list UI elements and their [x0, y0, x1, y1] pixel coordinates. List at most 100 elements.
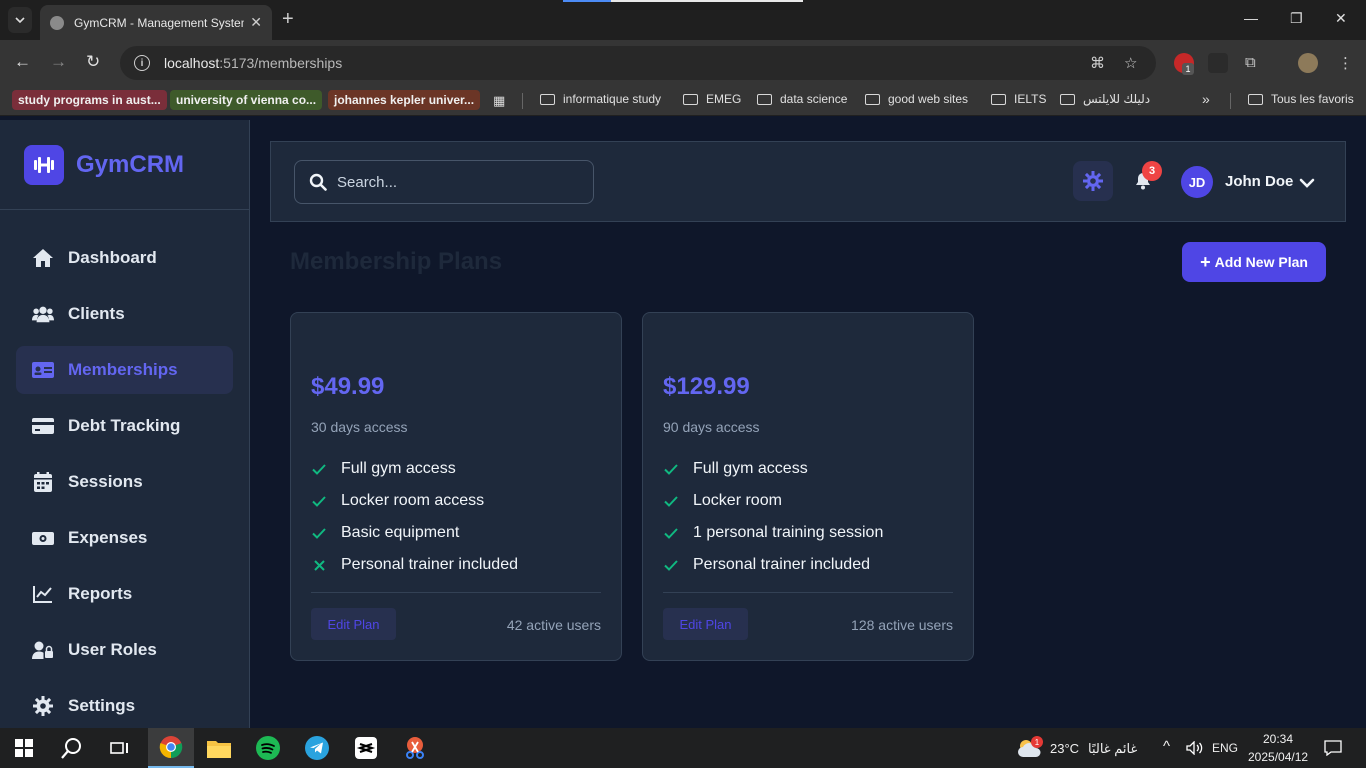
sidebar-item-user-roles[interactable]: User Roles — [16, 626, 233, 674]
browser-tabstrip: GymCRM - Management System ✕ + — ❐ ✕ — [0, 0, 1366, 40]
chart-line-icon — [32, 583, 54, 605]
apps-grid-icon[interactable]: ▦ — [493, 93, 505, 109]
address-bar[interactable]: i localhost:5173/memberships — [120, 46, 1156, 80]
bookmark-2[interactable]: johannes kepler univer... — [328, 90, 481, 110]
temperature[interactable]: 23°C — [1050, 741, 1079, 756]
add-new-plan-button[interactable]: + Add New Plan — [1182, 242, 1326, 282]
notification-center-icon[interactable] — [1318, 728, 1348, 768]
tab-title: GymCRM - Management System — [74, 15, 245, 30]
feature-text: Locker room — [693, 492, 782, 509]
new-tab-button[interactable]: + — [282, 8, 294, 31]
sidebar-item-label: Dashboard — [68, 248, 157, 267]
edit-plan-button[interactable]: Edit Plan — [663, 608, 748, 640]
folder-data-science[interactable]: data science — [757, 92, 847, 106]
bookmark-separator — [1230, 93, 1231, 109]
feature-text: Basic equipment — [341, 524, 460, 541]
gear-icon — [32, 695, 54, 717]
chrome-taskbar-icon[interactable] — [148, 728, 194, 768]
task-view-icon[interactable] — [96, 728, 144, 768]
check-icon — [311, 461, 327, 477]
speaker-icon[interactable] — [1185, 728, 1205, 768]
more-menu-icon[interactable]: ⋮ — [1338, 54, 1353, 72]
plan-price: $49.99 — [311, 373, 385, 400]
snipping-tool-icon[interactable] — [392, 728, 438, 768]
page-load-indicator — [563, 0, 803, 2]
chevron-double-right-icon[interactable]: » — [1202, 91, 1210, 107]
extension-icon-2[interactable] — [1208, 53, 1228, 73]
spotify-icon[interactable] — [245, 728, 291, 768]
reload-icon[interactable]: ↻ — [86, 52, 100, 72]
sidebar-item-settings[interactable]: Settings — [16, 682, 233, 730]
search-icon — [309, 173, 327, 191]
taskbar-search-icon[interactable] — [48, 728, 96, 768]
home-icon — [32, 247, 54, 269]
file-explorer-icon[interactable] — [196, 728, 242, 768]
edit-plan-button[interactable]: Edit Plan — [311, 608, 396, 640]
windows-start-icon[interactable] — [0, 728, 48, 768]
back-arrow-icon[interactable]: ← — [14, 52, 31, 72]
avatar[interactable]: JD — [1181, 166, 1213, 198]
plan-features: Full gym access Locker room 1 personal t… — [663, 453, 883, 581]
sidebar-item-reports[interactable]: Reports — [16, 570, 233, 618]
sidebar-item-label: Settings — [68, 696, 136, 715]
feature-item: Locker room — [663, 485, 883, 517]
check-icon — [663, 557, 679, 573]
folder-ielts-guide[interactable]: دليلك للايلتس — [1060, 92, 1150, 106]
folder-informatique[interactable]: informatique study — [540, 92, 661, 106]
weather-cloud-icon[interactable] — [1015, 728, 1045, 768]
sidebar-item-memberships[interactable]: Memberships — [16, 346, 233, 394]
feature-text: Full gym access — [341, 460, 456, 477]
restore-icon[interactable]: ❐ — [1290, 10, 1303, 27]
folder-good-web-sites[interactable]: good web sites — [865, 92, 968, 106]
folder-emeg[interactable]: EMEG — [683, 92, 741, 106]
sidebar-item-expenses[interactable]: Expenses — [16, 514, 233, 562]
bookmark-0[interactable]: study programs in aust... — [12, 90, 167, 110]
forward-arrow-icon[interactable]: → — [50, 52, 67, 72]
sidebar-item-sessions[interactable]: Sessions — [16, 458, 233, 506]
check-icon — [663, 461, 679, 477]
sidebar-item-label: Debt Tracking — [68, 416, 181, 435]
search-box[interactable] — [294, 160, 594, 204]
tab-search-button[interactable] — [8, 7, 32, 33]
sidebar-item-clients[interactable]: Clients — [16, 290, 233, 338]
language-indicator[interactable]: ENG — [1212, 741, 1238, 755]
active-users-count: 42 active users — [506, 617, 601, 633]
chevron-down-icon[interactable] — [1299, 175, 1315, 193]
profile-avatar[interactable] — [1298, 53, 1318, 73]
close-window-icon[interactable]: ✕ — [1335, 10, 1347, 27]
site-info-icon[interactable]: i — [134, 55, 150, 71]
chevron-up-icon[interactable]: ^ — [1163, 738, 1170, 755]
sidebar-item-dashboard[interactable]: Dashboard — [16, 234, 233, 282]
card-divider — [311, 592, 601, 593]
weather-text[interactable]: غائم غالبًا — [1088, 741, 1137, 757]
user-name[interactable]: John Doe — [1225, 173, 1293, 190]
clock-time[interactable]: 20:34 — [1263, 732, 1293, 746]
close-tab-icon[interactable]: ✕ — [250, 14, 262, 31]
notification-badge: 3 — [1142, 161, 1162, 181]
browser-tab[interactable]: GymCRM - Management System ✕ — [40, 5, 272, 40]
feature-item: Locker room access — [311, 485, 518, 517]
telegram-icon[interactable] — [294, 728, 340, 768]
capcut-icon[interactable] — [343, 728, 389, 768]
minimize-icon[interactable]: — — [1244, 10, 1258, 26]
weather-badge: 1 — [1031, 736, 1043, 748]
brand[interactable]: GymCRM — [24, 145, 184, 185]
dumbbell-icon — [24, 145, 64, 185]
sidebar-item-debt-tracking[interactable]: Debt Tracking — [16, 402, 233, 450]
star-icon[interactable]: ☆ — [1124, 54, 1137, 72]
feature-item: Full gym access — [311, 453, 518, 485]
clock-date[interactable]: 2025/04/12 — [1248, 750, 1308, 764]
puzzle-icon[interactable]: ⧉ — [1245, 54, 1256, 71]
folder-ielts[interactable]: IELTS — [991, 92, 1046, 106]
x-icon — [311, 557, 327, 573]
feature-item: 1 personal training session — [663, 517, 883, 549]
all-bookmarks[interactable]: Tous les favoris — [1248, 92, 1354, 106]
bookmark-1[interactable]: university of vienna co... — [170, 90, 323, 110]
plan-duration: 30 days access — [311, 419, 408, 435]
sidebar-item-label: Expenses — [68, 528, 148, 547]
theme-toggle-button[interactable] — [1073, 161, 1113, 201]
feature-text: Personal trainer included — [341, 556, 518, 573]
search-input[interactable] — [337, 173, 577, 191]
plan-card: $129.99 90 days access Full gym access L… — [642, 312, 974, 661]
translate-icon[interactable]: ⌘ — [1090, 54, 1105, 72]
